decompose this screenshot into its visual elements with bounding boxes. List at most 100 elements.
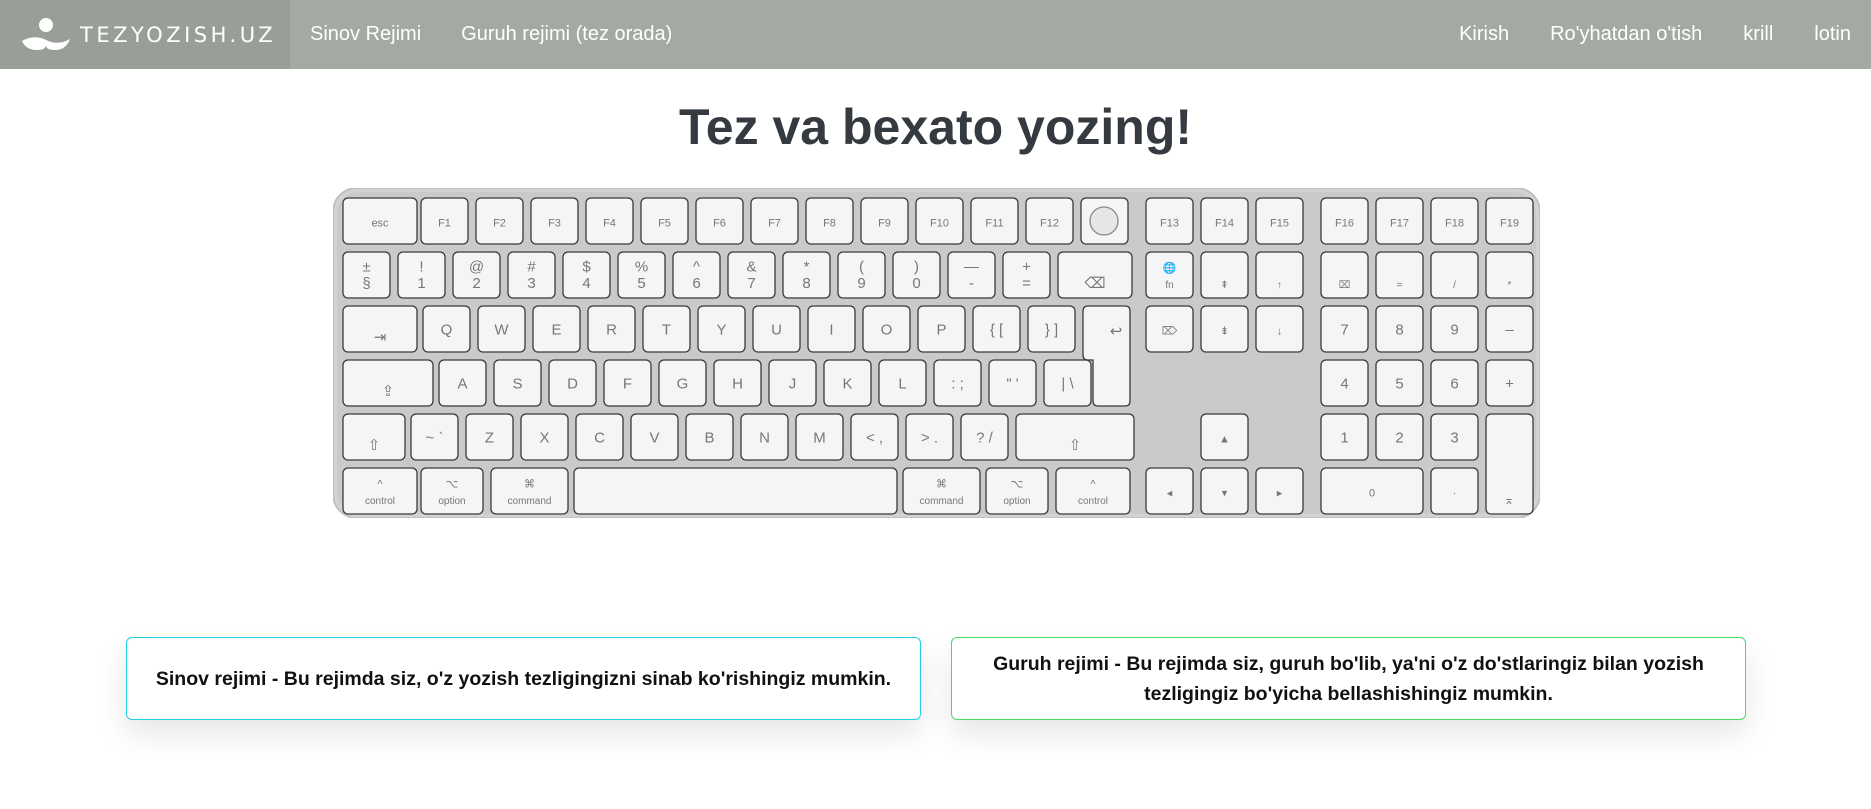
guruh-rejimi-card[interactable]: Guruh rejimi - Bu rejimda siz, guruh bo'… [951, 637, 1746, 720]
svg-text:F7: F7 [768, 218, 781, 230]
key-numpad: 2 [1375, 413, 1424, 461]
svg-text:⇞: ⇞ [1220, 280, 1228, 291]
key-nav: ⌦ [1145, 305, 1194, 353]
key-nav: ⇞ [1200, 251, 1249, 299]
key-caps: ⇪ [342, 359, 434, 407]
svg-text:!: ! [419, 258, 423, 275]
key-nav: ⇟ [1200, 305, 1249, 353]
svg-text:^: ^ [377, 478, 383, 490]
key-bottom [573, 467, 898, 515]
svg-text:^: ^ [693, 258, 700, 275]
svg-text:⌘: ⌘ [936, 478, 947, 490]
svg-text:⇪: ⇪ [382, 383, 395, 400]
svg-text:: ;: : ; [951, 376, 964, 393]
key-bottom: ⌘ command [490, 467, 569, 515]
key-num: #3 [507, 251, 556, 299]
svg-text:< ,: < , [866, 430, 883, 447]
key-fn: F3 [530, 197, 579, 245]
svg-text:F11: F11 [985, 218, 1003, 230]
svg-text:F8: F8 [823, 218, 836, 230]
svg-text:↑: ↑ [1277, 280, 1282, 291]
svg-text:F6: F6 [713, 218, 726, 230]
key-letter: K [823, 359, 872, 407]
svg-text:control: control [1078, 496, 1108, 507]
key-fn: esc [342, 197, 418, 245]
svg-text:F17: F17 [1390, 218, 1409, 230]
nav-sinov-rejimi[interactable]: Sinov Rejimi [310, 23, 421, 46]
svg-text:F2: F2 [493, 218, 506, 230]
key-letter: ~ ` [410, 413, 459, 461]
svg-text:▾: ▾ [1222, 488, 1228, 500]
svg-text:F10: F10 [930, 218, 949, 230]
svg-text:G: G [677, 376, 689, 393]
key-letter: < , [850, 413, 899, 461]
key-fn: F8 [805, 197, 854, 245]
nav-kirish[interactable]: Kirish [1459, 23, 1509, 46]
key-shift-right: ⇧ [1015, 413, 1135, 461]
key-bottom: ^ control [342, 467, 418, 515]
svg-text:F19: F19 [1500, 218, 1519, 230]
key-fn: F1 [420, 197, 469, 245]
nav-guruh-rejimi[interactable]: Guruh rejimi (tez orada) [461, 23, 672, 46]
svg-text:⌥: ⌥ [1011, 478, 1024, 490]
svg-text:{ [: { [ [990, 322, 1004, 339]
key-num: %5 [617, 251, 666, 299]
brand-logo-icon [22, 17, 70, 50]
key-fn: F6 [695, 197, 744, 245]
nav-krill[interactable]: krill [1743, 23, 1773, 46]
key-nav: 🌐 fn [1145, 251, 1194, 299]
key-fn: F7 [750, 197, 799, 245]
svg-text:⇟: ⇟ [1220, 326, 1229, 338]
key-letter: F [603, 359, 652, 407]
svg-text:·: · [1453, 488, 1457, 500]
key-numpad: 6 [1430, 359, 1479, 407]
brand[interactable]: TEZYOZISH.UZ [0, 0, 290, 69]
key-letter: H [713, 359, 762, 407]
key-letter: } ] [1027, 305, 1076, 353]
svg-text:T: T [662, 322, 671, 339]
key-num: $4 [562, 251, 611, 299]
key-fn: F11 [970, 197, 1019, 245]
sinov-rejimi-text: Sinov rejimi - Bu rejimda siz, o'z yozis… [155, 667, 892, 690]
svg-text:±: ± [362, 258, 370, 275]
keyboard-illustration: esc F1 F2 F3 F4 F5 F6 F7 F8 F9 F10 F11 F12 F13 F14 F15 F… [332, 187, 1541, 519]
key-numpad: 4 [1320, 359, 1369, 407]
key-numpad: + [1485, 359, 1534, 407]
svg-text:—: — [964, 258, 979, 275]
nav-register[interactable]: Ro'yhatdan o'tish [1550, 23, 1702, 46]
svg-text:Y: Y [716, 322, 726, 339]
svg-text:▲: ▲ [1219, 434, 1230, 446]
svg-text:⌫: ⌫ [1084, 275, 1105, 292]
nav-lotin[interactable]: lotin [1814, 23, 1851, 46]
key-letter: C [575, 413, 624, 461]
sinov-rejimi-card[interactable]: Sinov rejimi - Bu rejimda siz, o'z yozis… [126, 637, 921, 720]
svg-text:↩: ↩ [1110, 323, 1123, 340]
svg-text:9: 9 [1450, 322, 1458, 339]
key-fn: F14 [1200, 197, 1249, 245]
svg-text:4: 4 [582, 275, 590, 292]
key-num: )0 [892, 251, 941, 299]
key-bottom: ⌥ option [420, 467, 484, 515]
svg-text:F18: F18 [1445, 218, 1464, 230]
svg-text:A: A [457, 376, 467, 393]
svg-text:W: W [494, 322, 509, 339]
svg-text:◂: ◂ [1167, 488, 1173, 500]
svg-text:E: E [551, 322, 561, 339]
key-nav: ↓ [1255, 305, 1304, 353]
svg-text:F4: F4 [603, 218, 616, 230]
key-letter: X [520, 413, 569, 461]
svg-text:^: ^ [1090, 478, 1096, 490]
key-fn: F19 [1485, 197, 1534, 245]
svg-text:F3: F3 [548, 218, 561, 230]
svg-text:F9: F9 [878, 218, 891, 230]
key-letter: T [642, 305, 691, 353]
svg-text:R: R [606, 322, 617, 339]
svg-text:K: K [842, 376, 852, 393]
svg-text:7: 7 [747, 275, 755, 292]
key-num: @2 [452, 251, 501, 299]
key-letter: M [795, 413, 844, 461]
key-fn: F15 [1255, 197, 1304, 245]
svg-text:F12: F12 [1040, 218, 1059, 230]
svg-text:C: C [594, 430, 605, 447]
key-letter: Q [422, 305, 471, 353]
